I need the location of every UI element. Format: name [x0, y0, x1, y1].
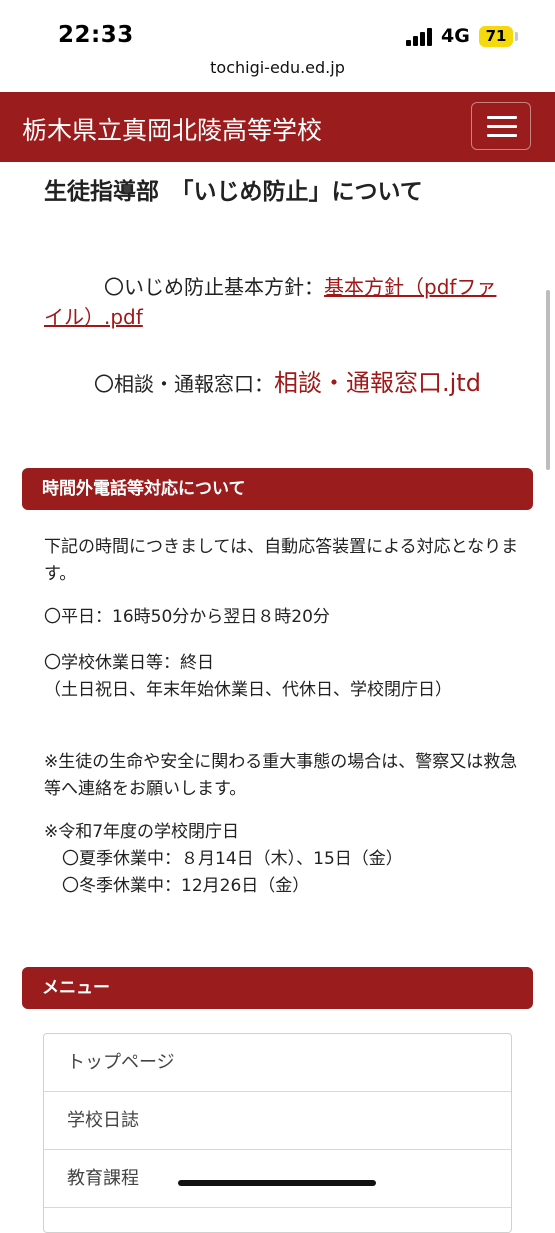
summer-closure: 〇夏季休業中：８月14日（木）、15日（金）	[62, 849, 403, 869]
hamburger-menu-button[interactable]	[471, 102, 531, 150]
site-title[interactable]: 栃木県立真岡北陵高等学校	[22, 111, 322, 147]
holiday-note: （土日祝日、年末年始休業日、代休日、学校閉庁日）	[44, 680, 452, 700]
winter-closure: 〇冬季休業中：12月26日（金）	[62, 876, 310, 896]
network-type: 4G	[441, 25, 470, 47]
consult-label: 〇相談・通報窓口：	[94, 372, 274, 396]
consult-link[interactable]: 相談・通報窓口.jtd	[274, 369, 481, 397]
emergency-note: ※生徒の生命や安全に関わる重大事態の場合は、警察又は救急等へ連絡をお願いします。	[44, 752, 518, 799]
battery-icon: 71	[479, 26, 513, 47]
holiday-hours: 〇学校休業日等：終日	[44, 653, 214, 673]
menu-list: トップページ 学校日誌 教育課程	[43, 1033, 512, 1233]
address-bar-url[interactable]: tochigi-edu.ed.jp	[0, 58, 555, 77]
scrollbar[interactable]	[546, 290, 550, 470]
menu-heading: メニュー	[22, 967, 533, 1009]
signal-strength-icon	[406, 28, 434, 46]
site-header: 栃木県立真岡北陵高等学校	[0, 92, 555, 162]
policy-label: 〇いじめ防止基本方針：	[104, 275, 324, 299]
after-hours-intro: 下記の時間につきましては、自動応答装置による対応となります。	[44, 537, 519, 584]
menu-item-top-page[interactable]: トップページ	[44, 1034, 511, 1092]
closure-title: ※令和7年度の学校閉庁日	[44, 822, 240, 842]
after-hours-heading: 時間外電話等対応について	[22, 468, 533, 510]
status-bar: 22:33 4G 71	[0, 0, 555, 58]
policy-line: 〇いじめ防止基本方針：基本方針（pdfファイル）.pdf	[44, 272, 514, 332]
page-title: 生徒指導部 「いじめ防止」について	[44, 179, 423, 205]
home-indicator[interactable]	[178, 1180, 376, 1186]
menu-item-school-diary[interactable]: 学校日誌	[44, 1092, 511, 1150]
weekday-hours: 〇平日：16時50分から翌日８時20分	[44, 607, 330, 627]
status-time: 22:33	[58, 22, 134, 48]
menu-item-curriculum[interactable]: 教育課程	[44, 1150, 511, 1208]
battery-tip	[515, 32, 518, 41]
consult-line: 〇相談・通報窓口：相談・通報窓口.jtd	[44, 366, 514, 401]
